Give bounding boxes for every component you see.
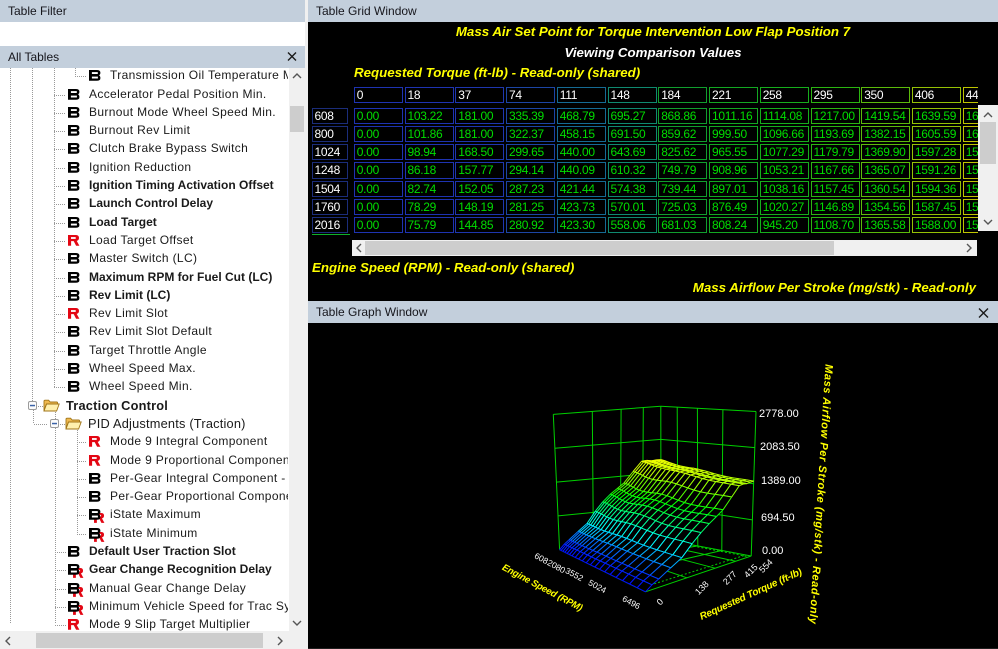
svg-text:694.50: 694.50 — [761, 512, 795, 524]
svg-text:Mass Airflow Per Stroke (mg/st: Mass Airflow Per Stroke (mg/stk) - Read-… — [807, 364, 835, 625]
svg-text:6496: 6496 — [621, 593, 643, 611]
svg-text:0: 0 — [655, 597, 666, 608]
svg-text:415: 415 — [742, 562, 760, 580]
svg-text:2083.50: 2083.50 — [760, 441, 800, 453]
svg-text:5024: 5024 — [587, 577, 609, 595]
svg-text:554: 554 — [757, 557, 775, 575]
svg-text:138: 138 — [693, 579, 711, 597]
svg-text:277: 277 — [721, 569, 739, 587]
svg-text:3552: 3552 — [564, 565, 586, 583]
svg-text:2778.00: 2778.00 — [759, 408, 799, 420]
svg-text:0.00: 0.00 — [762, 545, 783, 557]
svg-text:1389.00: 1389.00 — [761, 475, 801, 487]
